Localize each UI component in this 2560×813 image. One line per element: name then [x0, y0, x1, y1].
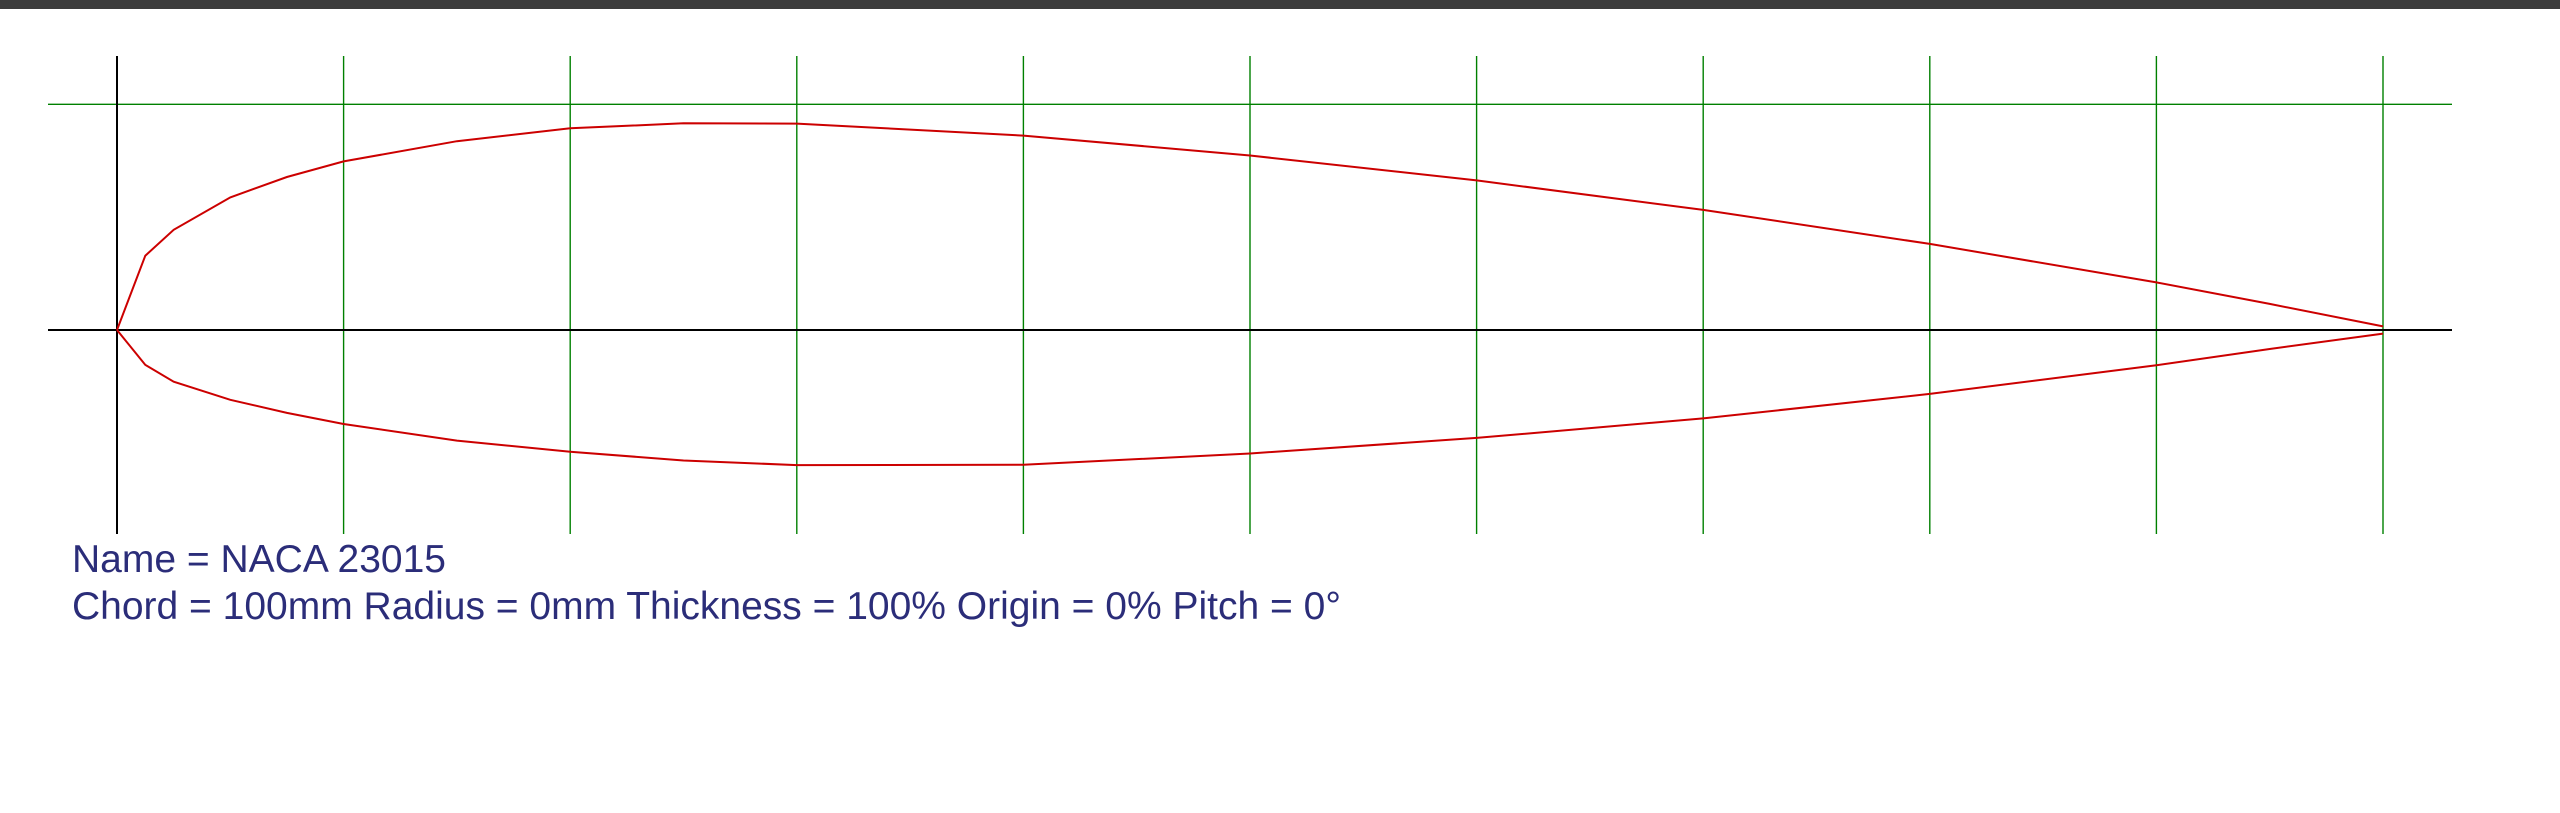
thickness-label: Thickness =: [616, 585, 847, 628]
airfoil-name-line: Name = NACA 23015: [72, 536, 1341, 583]
origin-label: Origin =: [945, 585, 1106, 628]
origin-value: 0%: [1105, 585, 1162, 628]
chord-label: Chord =: [72, 585, 223, 628]
pitch-label: Pitch =: [1161, 585, 1304, 628]
name-label: Name =: [72, 538, 221, 581]
radius-value: 0mm: [529, 585, 617, 628]
grid-lines: [342, 56, 2384, 534]
chord-value: 100mm: [222, 585, 353, 628]
airfoil-info: Name = NACA 23015 Chord = 100mm Radius =…: [72, 536, 1341, 630]
pitch-value: 0°: [1303, 585, 1341, 628]
airfoil-params-line: Chord = 100mm Radius = 0mm Thickness = 1…: [72, 583, 1341, 630]
thickness-value: 100%: [846, 585, 946, 628]
radius-label: Radius =: [352, 585, 530, 628]
airfoil-plot: [48, 56, 2452, 534]
airfoil-name-value: NACA 23015: [220, 538, 446, 581]
